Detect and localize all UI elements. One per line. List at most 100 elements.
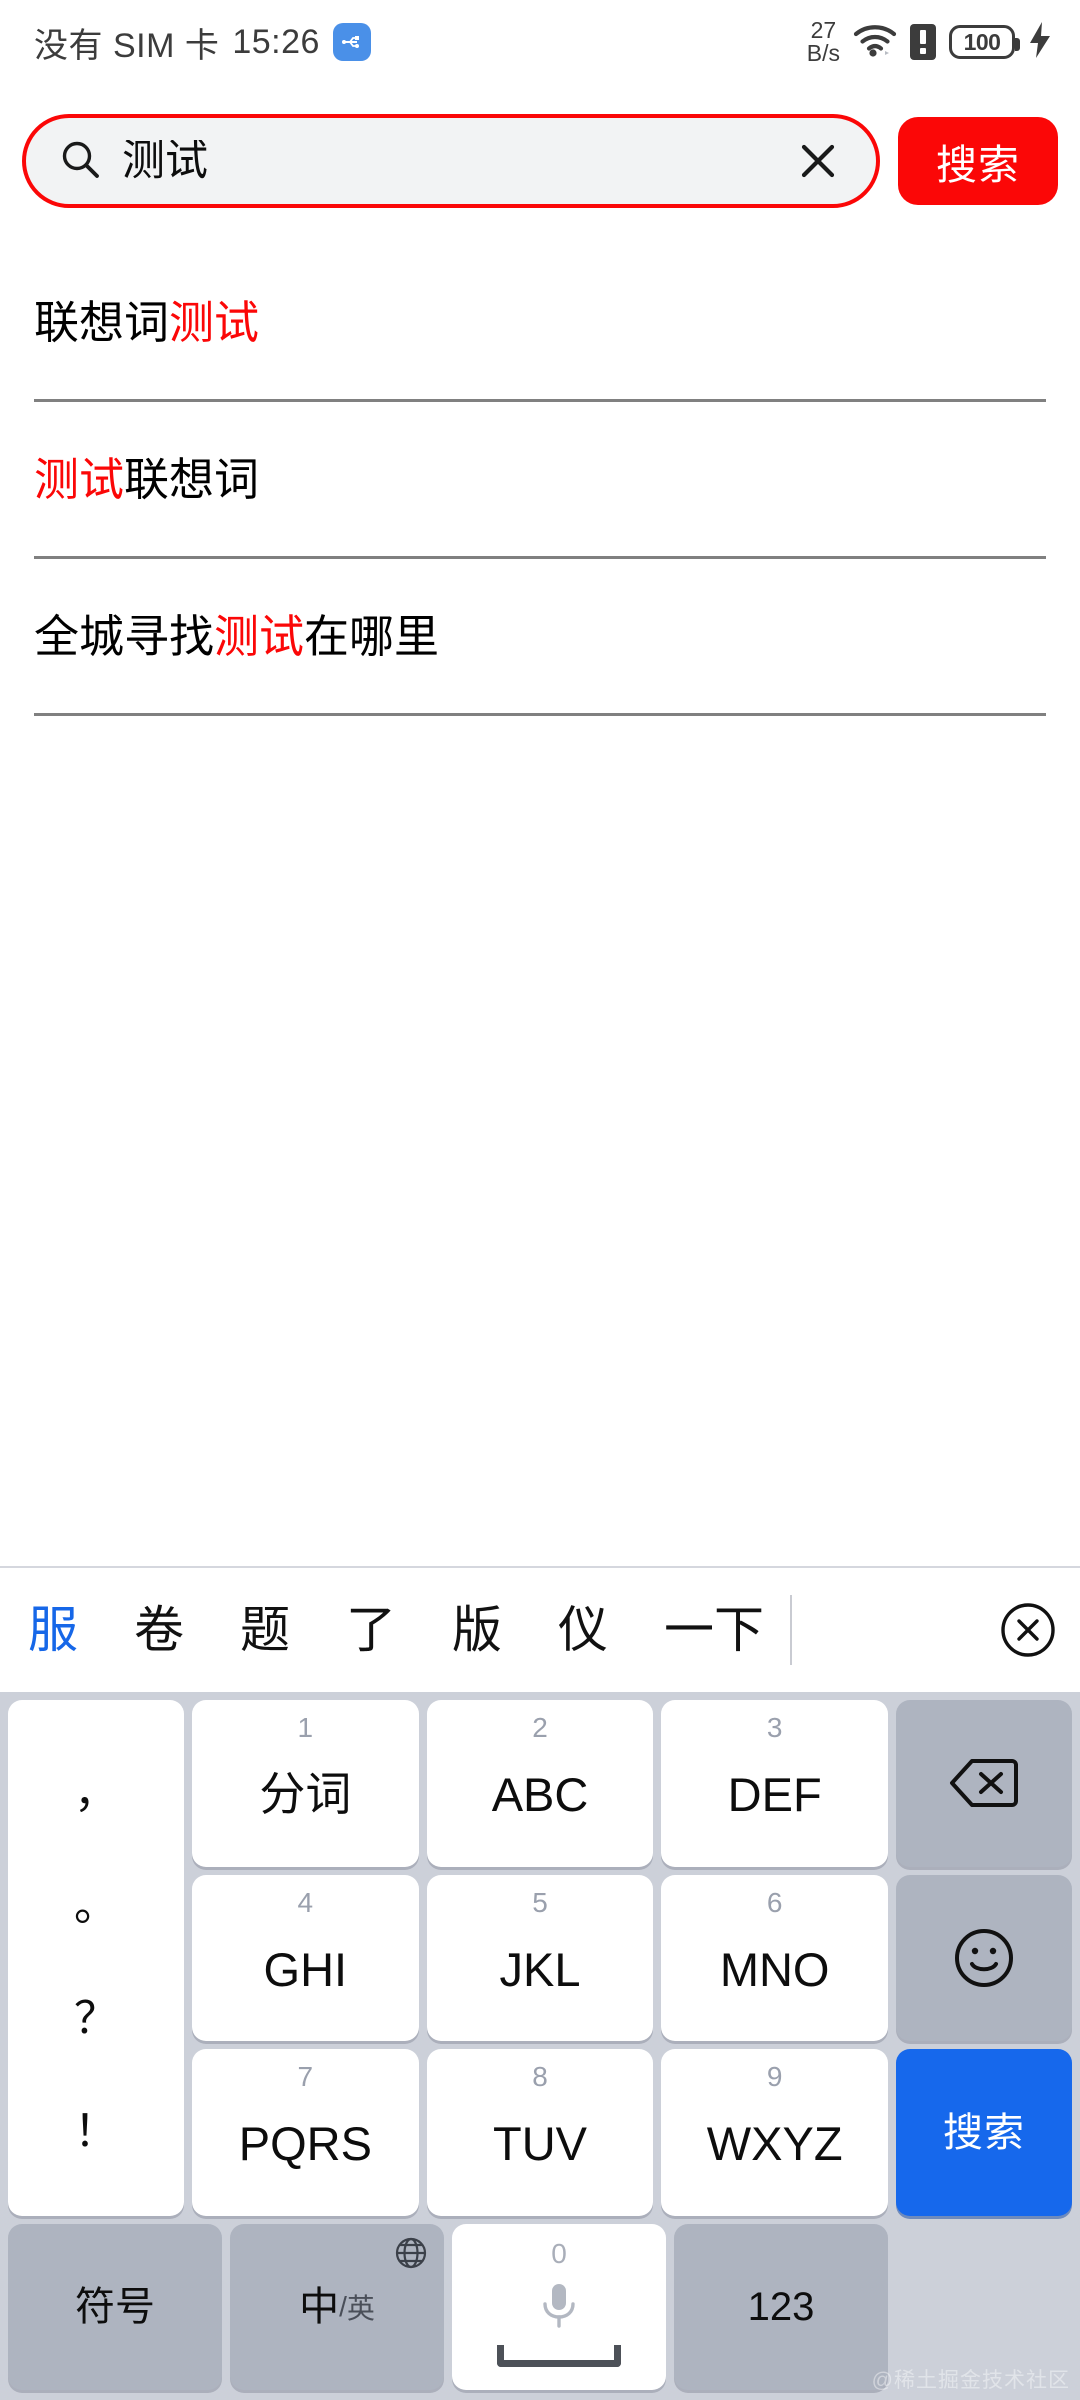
language-key-separator: / [339,2291,347,2323]
punct-question: ？ [74,1997,118,2041]
keyboard-right-column: 搜索 [896,1700,1072,2216]
suggestion-highlight: 测试 [34,454,124,505]
candidate-divider [790,1595,792,1665]
suggestion-text: 全城寻找测试在哪里 [34,614,439,659]
suggestion-list: 联想词测试 测试联想词 全城寻找测试在哪里 [0,245,1080,716]
candidate-item[interactable]: 版 [424,1568,530,1692]
battery-indicator: 100 [949,25,1015,59]
list-item[interactable]: 测试联想词 [0,402,1080,556]
close-x-icon[interactable] [794,137,842,185]
candidate-item[interactable]: 服 [0,1568,106,1692]
wifi-icon [853,23,897,62]
key-8[interactable]: 8 TUV [427,2049,654,2216]
keyboard-punctuation-column: ， 。 ？ ！ [8,1700,184,2216]
network-speed-value: 27 [811,19,837,42]
carrier-label: 没有 SIM 卡 [34,18,219,67]
network-speed-unit: B/s [807,42,840,65]
symbol-key[interactable]: 符号 [8,2224,222,2390]
ime-candidate-bar: 服 卷 题 了 版 仪 一下 [0,1566,1080,1692]
key-5[interactable]: 5 JKL [427,1875,654,2042]
search-input-value: 测试 [122,140,774,183]
suggestion-highlight: 测试 [214,611,304,662]
candidate-item[interactable]: 仪 [530,1568,636,1692]
status-bar-right: 27 B/s 100 [807,19,1052,65]
suggestion-text: 联想词测试 [34,300,259,345]
status-bar: 没有 SIM 卡 15:26 27 B/s [0,0,1080,84]
search-input[interactable]: 测试 [22,114,880,208]
key-3-label: DEF [728,1771,822,1818]
candidate-strip: 服 卷 题 了 版 仪 一下 [0,1568,976,1692]
space-key[interactable]: 0 [452,2224,666,2390]
suggestion-highlight: 测试 [169,297,259,348]
key-8-label: TUV [493,2120,587,2167]
key-4-digit: 4 [192,1889,419,1917]
punct-exclamation: ！ [74,2110,118,2154]
punctuation-key[interactable]: ， 。 ？ ！ [8,1700,184,2216]
key-2-digit: 2 [427,1714,654,1742]
key-5-label: JKL [500,1946,581,1993]
key-3[interactable]: 3 DEF [661,1700,888,1867]
key-9-label: WXYZ [707,2120,843,2167]
list-divider [34,713,1046,716]
usb-icon [333,23,371,61]
ime-keyboard: ， 。 ？ ！ 1 分词 2 ABC [0,1692,1080,2400]
key-4-label: GHI [264,1946,348,1993]
status-bar-left: 没有 SIM 卡 15:26 [34,18,371,67]
key-1[interactable]: 1 分词 [192,1700,419,1867]
keyboard-main-area: ， 。 ？ ！ 1 分词 2 ABC [8,1700,1072,2216]
key-2-label: ABC [492,1771,589,1818]
microphone-icon [539,2282,579,2339]
key-7[interactable]: 7 PQRS [192,2049,419,2216]
key-6-digit: 6 [661,1889,888,1917]
suggestion-suffix: 在哪里 [304,611,439,662]
candidate-item[interactable]: 了 [318,1568,424,1692]
candidate-item[interactable]: 题 [212,1568,318,1692]
watermark-label: @稀土掘金技术社区 [872,2364,1070,2394]
ime-search-key[interactable]: 搜索 [896,2049,1072,2216]
list-item[interactable]: 联想词测试 [0,245,1080,399]
search-bar-row: 测试 搜索 [0,112,1080,210]
suggestion-prefix: 联想词 [34,297,169,348]
space-key-digit: 0 [452,2240,666,2268]
backspace-icon[interactable] [896,1700,1072,1867]
key-7-label: PQRS [239,2120,372,2167]
circle-x-icon[interactable] [976,1568,1080,1692]
keyboard-row-3: 7 PQRS 8 TUV 9 WXYZ [192,2049,888,2216]
key-5-digit: 5 [427,1889,654,1917]
phone-screen: 没有 SIM 卡 15:26 27 B/s [0,0,1080,2400]
clock-label: 15:26 [232,23,320,62]
language-switch-key[interactable]: 中/英 [230,2224,444,2390]
punct-period: 。 [74,1884,118,1928]
key-7-digit: 7 [192,2063,419,2091]
key-1-label: 分词 [259,1771,351,1817]
key-9[interactable]: 9 WXYZ [661,2049,888,2216]
key-3-digit: 3 [661,1714,888,1742]
key-8-digit: 8 [427,2063,654,2091]
battery-level-label: 100 [964,29,1001,56]
symbol-key-label: 符号 [75,2287,155,2327]
punct-comma: ， [74,1771,118,1815]
suggestion-suffix: 联想词 [124,454,259,505]
candidate-item[interactable]: 卷 [106,1568,212,1692]
language-key-main: 中 [299,2287,339,2327]
suggestion-prefix: 全城寻找 [34,611,214,662]
key-6[interactable]: 6 MNO [661,1875,888,2042]
keyboard-row-1: 1 分词 2 ABC 3 DEF [192,1700,888,1867]
suggestion-text: 测试联想词 [34,457,259,502]
space-bar-icon [497,2345,621,2367]
key-2[interactable]: 2 ABC [427,1700,654,1867]
list-item[interactable]: 全城寻找测试在哪里 [0,559,1080,713]
sim-alert-icon [910,24,936,60]
search-submit-button[interactable]: 搜索 [898,117,1058,205]
language-key-sub: 英 [347,2287,375,2327]
search-icon [58,137,102,186]
key-4[interactable]: 4 GHI [192,1875,419,2042]
candidate-item[interactable]: 一下 [636,1568,792,1692]
charging-bolt-icon [1028,22,1052,63]
key-1-digit: 1 [192,1714,419,1742]
numeric-key[interactable]: 123 [674,2224,888,2390]
network-speed-indicator: 27 B/s [807,19,840,65]
emoji-smiley-icon[interactable] [896,1875,1072,2042]
keyboard-number-grid: 1 分词 2 ABC 3 DEF 4 GHI [192,1700,888,2216]
numeric-key-label: 123 [748,2287,815,2327]
